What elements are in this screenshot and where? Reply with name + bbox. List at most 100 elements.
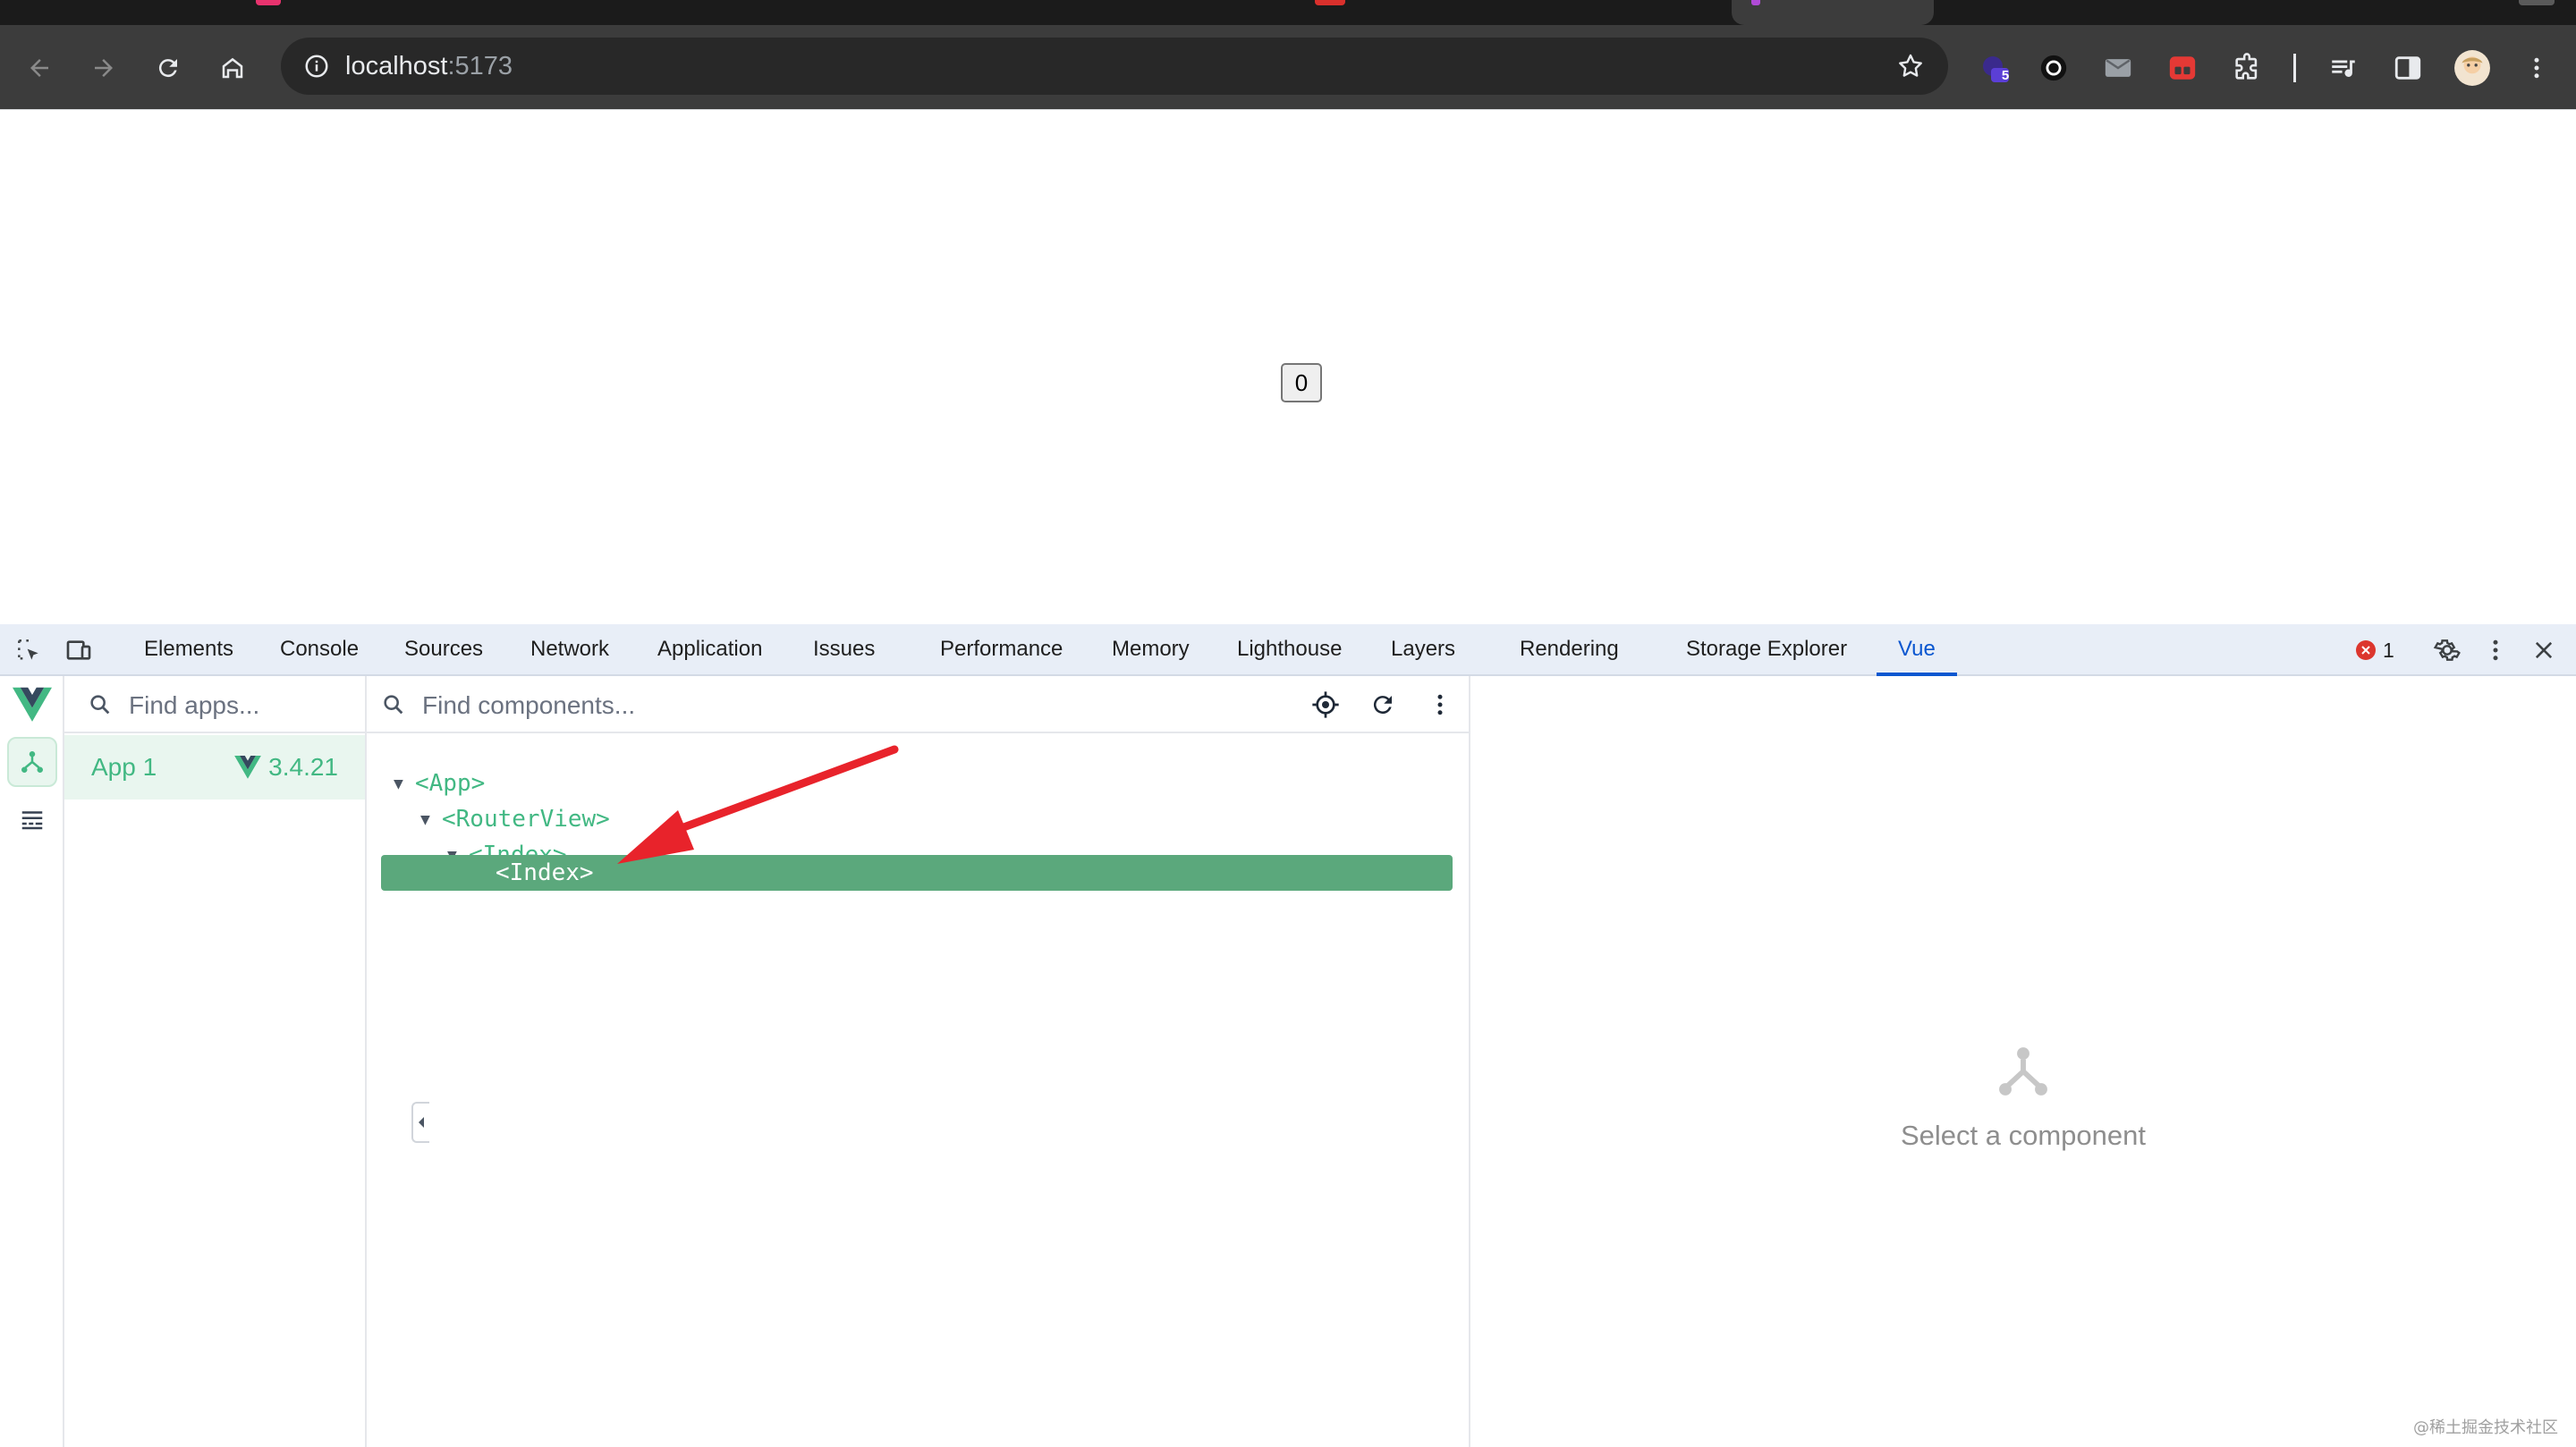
profile-button[interactable] (2451, 47, 2494, 89)
reload-button[interactable] (147, 47, 190, 89)
tree-node-label: <App> (415, 770, 486, 797)
devtools-settings-button[interactable] (2429, 632, 2465, 668)
red-extension-icon (2169, 56, 2196, 80)
tab-lighthouse[interactable]: Lighthouse (1237, 624, 1342, 674)
home-icon (222, 57, 243, 79)
devtools-close-button[interactable] (2526, 632, 2562, 668)
arrow-right-icon (95, 59, 113, 77)
empty-state: Select a component (1470, 1043, 2576, 1152)
devtools-panel: Elements Console Sources Network Applica… (0, 624, 2576, 1447)
refresh-icon (1373, 696, 1392, 715)
extension-button[interactable]: 5 (1973, 47, 2016, 89)
media-controls-button[interactable] (2322, 47, 2365, 89)
url-text[interactable]: localhost:5173 (345, 38, 513, 95)
refresh-button[interactable] (1365, 687, 1401, 723)
tab-layers[interactable]: Layers (1391, 624, 1455, 674)
tab-elements[interactable]: Elements (144, 624, 233, 674)
tree-node-routerview[interactable]: ▼ <RouterView> (420, 801, 610, 837)
app-list-item[interactable]: App 1 3.4.21 (64, 735, 365, 800)
puzzle-icon (2235, 53, 2258, 80)
device-toolbar-button[interactable] (61, 632, 97, 668)
devtools-menu-button[interactable] (2478, 632, 2513, 668)
tree-node-index-selected[interactable]: <Index> (381, 855, 1453, 891)
apps-search-input[interactable] (127, 685, 354, 726)
vue-logo (7, 680, 57, 730)
tab-strip (0, 0, 2576, 25)
more-vertical-icon (2493, 639, 2498, 661)
vue-logo-icon (13, 687, 52, 722)
tab-rendering[interactable]: Rendering (1520, 624, 1619, 674)
tab-memory[interactable]: Memory (1112, 624, 1190, 674)
tree-options-button[interactable] (1422, 687, 1458, 723)
forward-button[interactable] (82, 47, 125, 89)
extension-button[interactable] (2097, 47, 2140, 89)
vue-devtools: App 1 3.4.21 (0, 676, 2576, 1447)
tree-node-label: <Index> (496, 859, 594, 886)
extension-button[interactable] (2161, 47, 2204, 89)
search-icon (379, 690, 408, 719)
inspect-icon (18, 639, 38, 660)
apps-pane: App 1 3.4.21 (64, 676, 429, 1447)
components-search (367, 676, 1469, 733)
tab-performance[interactable]: Performance (940, 624, 1063, 674)
expand-triangle-icon[interactable]: ▼ (394, 766, 415, 802)
tab-sources[interactable]: Sources (404, 624, 483, 674)
counter-button[interactable]: 0 (1281, 363, 1322, 402)
more-vertical-icon (1437, 694, 1443, 715)
component-tree-pane: ▼<App> ▼<RouterView> ▼<Index> <Index> (367, 676, 1470, 1447)
devtools-tab-bar: Elements Console Sources Network Applica… (0, 624, 2576, 676)
site-info-button[interactable] (295, 45, 338, 88)
toolbar-divider (2293, 54, 2296, 82)
error-counter[interactable]: 1 (2356, 637, 2394, 664)
extension-badge: 5 (2001, 68, 2010, 83)
tree-node-label: <RouterView> (442, 806, 610, 833)
app-version: 3.4.21 (234, 735, 338, 800)
tab-console[interactable]: Console (280, 624, 359, 674)
expand-triangle-icon[interactable]: ▼ (420, 802, 442, 838)
browser-menu-button[interactable] (2515, 47, 2558, 89)
apps-search (64, 676, 365, 733)
inspect-element-button[interactable] (11, 632, 47, 668)
home-button[interactable] (211, 47, 254, 89)
components-search-input[interactable] (420, 685, 1229, 726)
address-bar[interactable]: localhost:5173 (281, 38, 1948, 95)
queue-music-icon (2332, 60, 2355, 77)
extension-button[interactable] (2032, 47, 2075, 89)
arrow-left-icon (30, 59, 48, 77)
url-host: localhost (345, 52, 448, 80)
app-name: App 1 (91, 753, 157, 781)
bookmark-button[interactable] (1889, 45, 1932, 88)
device-icon (66, 640, 91, 660)
active-tab[interactable] (1732, 0, 1934, 25)
tab-network[interactable]: Network (530, 624, 609, 674)
tab-favicon-indicator (256, 0, 281, 5)
crosshair-icon (1312, 691, 1339, 718)
side-panel-button[interactable] (2386, 47, 2429, 89)
component-inspector-pane: Select a component (1470, 676, 2576, 1447)
tab-favicon-indicator (1751, 0, 1760, 5)
avatar (2454, 50, 2490, 86)
side-panel-icon (2394, 56, 2421, 80)
star-icon (1899, 54, 1922, 77)
tab-favicon-indicator (1315, 0, 1345, 5)
browser-toolbar: localhost:5173 5 (0, 25, 2576, 109)
timeline-icon (21, 811, 43, 830)
tab-issues[interactable]: Issues (813, 624, 875, 674)
tab-application[interactable]: Application (657, 624, 762, 674)
app-version-label: 3.4.21 (268, 753, 338, 781)
extensions-menu-button[interactable] (2225, 47, 2268, 89)
info-icon (305, 55, 328, 78)
vue-sidebar-rail (0, 676, 64, 1447)
component-tree-icon (1995, 1043, 2052, 1100)
components-tab-button[interactable] (7, 737, 57, 787)
back-button[interactable] (18, 47, 61, 89)
timeline-tab-button[interactable] (7, 794, 57, 844)
tab-vue[interactable]: Vue (1877, 624, 1957, 676)
close-icon (2535, 641, 2553, 659)
tab-storage-explorer[interactable]: Storage Explorer (1686, 624, 1847, 674)
select-component-in-page-button[interactable] (1308, 687, 1343, 723)
gear-icon (2433, 639, 2461, 661)
page-viewport: 0 (0, 109, 2576, 624)
tree-node-app[interactable]: ▼ <App> (394, 766, 485, 801)
url-port: :5173 (447, 52, 513, 80)
